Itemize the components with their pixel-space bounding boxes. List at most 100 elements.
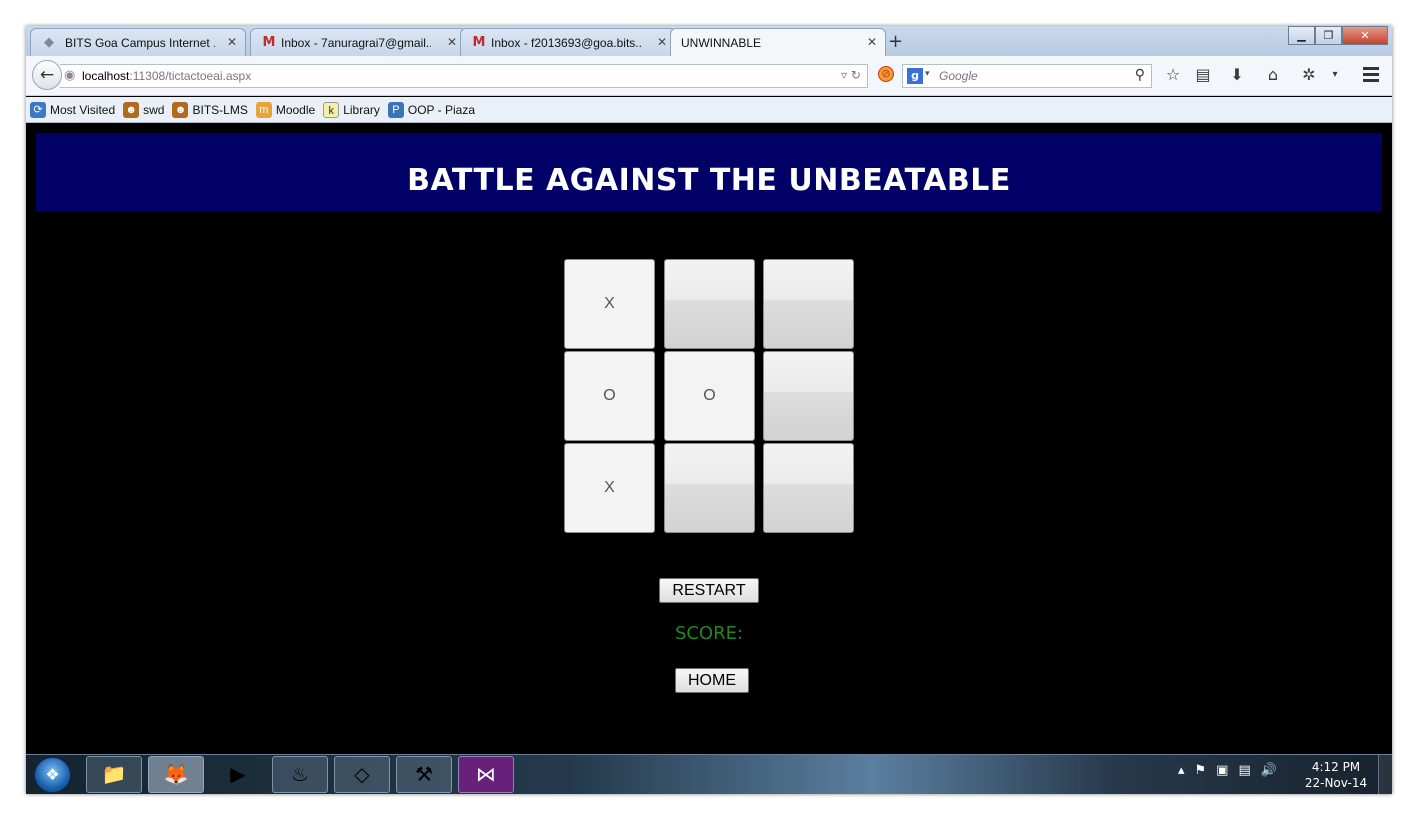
search-bar[interactable]: g ▾ Google ⚲: [902, 64, 1152, 88]
flame-icon: ♨: [291, 762, 309, 786]
library-icon: k: [323, 101, 340, 118]
url-path: :11308/tictactoeai.aspx: [129, 69, 252, 83]
downloads-icon[interactable]: ⬇: [1226, 64, 1248, 86]
close-window-icon[interactable]: ✕: [1342, 26, 1388, 45]
page-content: BATTLE AGAINST THE UNBEATABLE X O O X RE…: [26, 123, 1392, 754]
taskbar-firefox[interactable]: 🦊: [148, 756, 204, 793]
close-tab-icon[interactable]: ✕: [657, 35, 667, 49]
bookmark-most-visited[interactable]: ⟳ Most Visited: [30, 101, 116, 118]
back-button[interactable]: ←: [32, 60, 62, 90]
most-visited-icon: ⟳: [30, 101, 46, 118]
visual-studio-icon: ⋈: [476, 762, 496, 786]
window-controls: ▁ ❐ ✕: [1288, 26, 1388, 45]
windows-taskbar: ❖ 📁 🦊 ▶ ♨ ◇ ⚒ ⋈ ▴⚑▣▤🔊 4:12 PM 22-Nov-14: [26, 754, 1392, 794]
bookmarks-toolbar: ⟳ Most Visited ☻ swd ☻ BITS-LMS m Moodle…: [26, 97, 1392, 123]
url-text[interactable]: localhost:11308/tictactoeai.aspx: [82, 69, 251, 83]
clock-time: 4:12 PM: [1311, 760, 1361, 774]
score-label: SCORE:: [674, 623, 744, 644]
adblock-icon[interactable]: ⊘: [878, 66, 894, 82]
tab-bits-goa[interactable]: ◆ BITS Goa Campus Internet ... ✕: [30, 28, 246, 56]
taskbar-media-player[interactable]: ▶: [210, 756, 266, 793]
reload-icon[interactable]: ▿ ↻: [841, 68, 861, 82]
board-cell-r2-c3[interactable]: [763, 351, 854, 441]
piazza-icon: P: [387, 101, 404, 118]
page-title: BATTLE AGAINST THE UNBEATABLE: [407, 163, 1011, 198]
url-host: localhost: [82, 69, 130, 83]
board-cell-r3-c3[interactable]: [763, 443, 854, 533]
gmail-icon: M: [472, 35, 486, 50]
board-cell-r1-c3[interactable]: [763, 259, 854, 349]
bookmark-moodle[interactable]: m Moodle: [255, 101, 316, 118]
tab-title: Inbox - 7anuragrai7@gmail...: [281, 36, 431, 50]
tools-icon: ⚒: [415, 762, 433, 786]
restart-button[interactable]: RESTART: [659, 578, 759, 603]
tab-gmail-1[interactable]: M Inbox - 7anuragrai7@gmail... ✕: [250, 28, 466, 56]
firefox-icon: 🦊: [163, 762, 189, 786]
bookmark-label: BITS-LMS: [192, 102, 248, 117]
bookmark-label: Library: [343, 102, 380, 117]
taskbar-app-tools[interactable]: ⚒: [396, 756, 452, 793]
taskbar-app-flame[interactable]: ♨: [272, 756, 328, 793]
taskbar-visual-studio[interactable]: ⋈: [458, 756, 514, 793]
title-banner: BATTLE AGAINST THE UNBEATABLE: [36, 133, 1382, 211]
start-button[interactable]: ❖: [34, 757, 71, 793]
bits-lms-icon: ☻: [172, 101, 189, 118]
minimize-icon[interactable]: ▁: [1288, 26, 1315, 45]
bookmark-library[interactable]: k Library: [323, 101, 380, 118]
hamburger-menu-icon[interactable]: [1360, 64, 1382, 86]
clock-date: 22-Nov-14: [1304, 776, 1368, 790]
bookmark-label: Most Visited: [50, 102, 116, 117]
home-button[interactable]: HOME: [675, 668, 749, 693]
url-bar[interactable]: ◉ localhost:11308/tictactoeai.aspx ▿ ↻: [60, 64, 868, 88]
chevron-down-icon[interactable]: ▾: [1324, 64, 1346, 86]
board-cell-r2-c1[interactable]: O: [564, 351, 655, 441]
tic-tac-toe-board: X O O X: [564, 259, 854, 535]
tab-title: BITS Goa Campus Internet ...: [65, 36, 215, 50]
board-cell-r2-c2[interactable]: O: [664, 351, 755, 441]
bookmark-swd[interactable]: ☻ swd: [123, 101, 164, 118]
clock[interactable]: 4:12 PM 22-Nov-14: [1296, 759, 1376, 791]
google-icon[interactable]: g: [907, 68, 923, 84]
browser-window: ◆ BITS Goa Campus Internet ... ✕ M Inbox…: [26, 26, 1392, 794]
restore-icon[interactable]: ❐: [1315, 26, 1342, 45]
tray-icons[interactable]: ▴⚑▣▤🔊: [1178, 763, 1287, 778]
close-tab-icon[interactable]: ✕: [227, 35, 237, 49]
board-cell-r3-c1[interactable]: X: [564, 443, 655, 533]
bookmark-bits-lms[interactable]: ☻ BITS-LMS: [172, 101, 248, 118]
navigation-toolbar: ◉ localhost:11308/tictactoeai.aspx ▿ ↻ ←…: [26, 56, 1392, 96]
media-player-icon: ▶: [230, 762, 246, 786]
tab-title: UNWINNABLE: [681, 36, 762, 50]
back-arrow-icon: ←: [39, 65, 55, 85]
system-tray[interactable]: ▴⚑▣▤🔊: [1178, 763, 1287, 778]
new-tab-icon[interactable]: +: [888, 31, 903, 52]
extension-icon[interactable]: ✲: [1298, 64, 1320, 86]
tab-strip: ◆ BITS Goa Campus Internet ... ✕ M Inbox…: [26, 26, 1392, 57]
close-tab-icon[interactable]: ✕: [447, 35, 457, 49]
bookmark-oop-piaza[interactable]: P OOP - Piaza: [387, 101, 476, 118]
board-cell-r3-c2[interactable]: [664, 443, 755, 533]
chevron-down-icon[interactable]: ▾: [925, 69, 930, 79]
board-cell-r1-c2[interactable]: [664, 259, 755, 349]
bookmark-star-icon[interactable]: ☆: [1162, 64, 1184, 86]
close-tab-icon[interactable]: ✕: [867, 35, 877, 49]
bookmarks-menu-icon[interactable]: ▤: [1192, 64, 1214, 86]
tab-gmail-2[interactable]: M Inbox - f2013693@goa.bits... ✕: [460, 28, 676, 56]
windows-logo-icon: ❖: [45, 765, 60, 784]
tab-unwinnable[interactable]: UNWINNABLE ✕: [670, 28, 886, 57]
bits-icon: ◆: [44, 35, 54, 50]
taskbar-explorer[interactable]: 📁: [86, 756, 142, 793]
taskbar-app-glass[interactable]: ◇: [334, 756, 390, 793]
glass-app-icon: ◇: [354, 762, 370, 786]
tab-title: Inbox - f2013693@goa.bits...: [491, 36, 641, 50]
globe-icon: ◉: [64, 68, 76, 83]
bookmark-label: OOP - Piaza: [407, 102, 476, 117]
folder-icon: 📁: [101, 762, 127, 786]
swd-icon: ☻: [123, 101, 140, 118]
moodle-icon: m: [255, 101, 272, 118]
search-placeholder: Google: [939, 69, 978, 83]
show-desktop-button[interactable]: [1378, 755, 1392, 794]
home-icon[interactable]: ⌂: [1262, 64, 1284, 86]
bookmark-label: Moodle: [275, 102, 316, 117]
board-cell-r1-c1[interactable]: X: [564, 259, 655, 349]
search-icon[interactable]: ⚲: [1135, 67, 1145, 83]
